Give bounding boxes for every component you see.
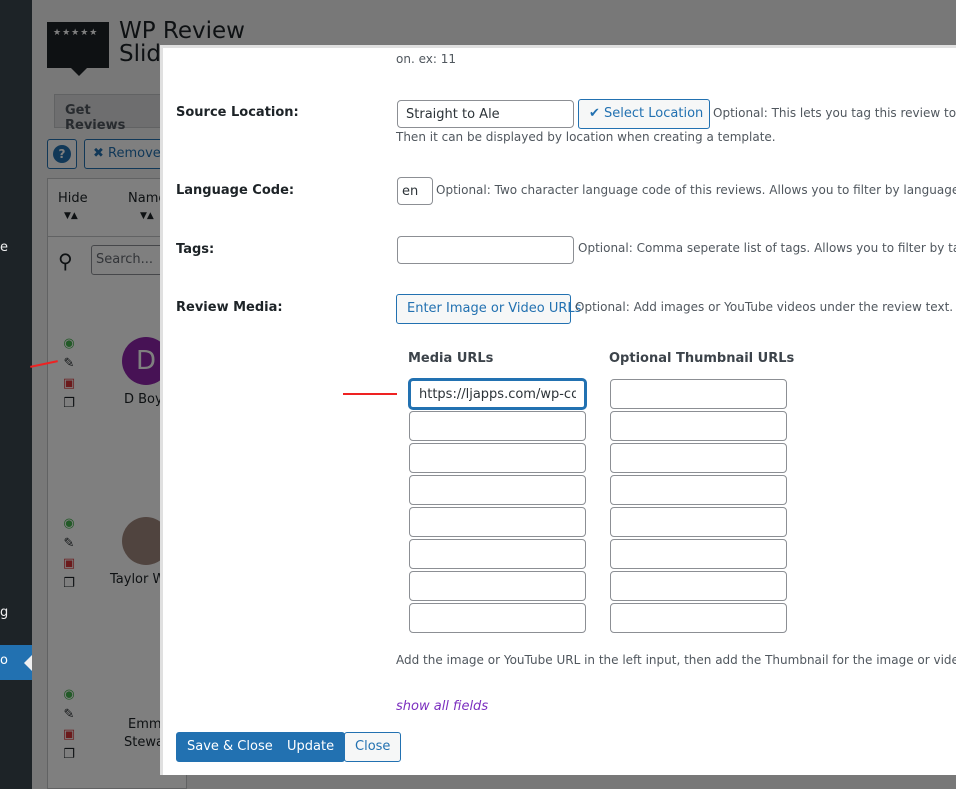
media-url-input[interactable] — [409, 443, 586, 473]
media-help-text: Add the image or YouTube URL in the left… — [396, 653, 956, 667]
sidebar-item-label: o — [0, 653, 8, 668]
edit-review-modal: on. ex: 11 Source Location: ✔ Select Loc… — [160, 45, 956, 775]
thumbnail-url-input[interactable] — [610, 379, 787, 409]
thumbnail-url-input[interactable] — [610, 603, 787, 633]
thumbnail-urls-header: Optional Thumbnail URLs — [609, 351, 795, 366]
tags-input[interactable] — [397, 236, 574, 264]
thumbnail-url-input[interactable] — [610, 411, 787, 441]
field-hint: on. ex: 11 — [396, 52, 456, 66]
media-urls-header: Media URLs — [408, 351, 494, 366]
tags-desc: Optional: Comma seperate list of tags. A… — [578, 241, 956, 255]
media-url-input[interactable] — [409, 539, 586, 569]
thumbnail-url-input[interactable] — [610, 475, 787, 505]
sidebar-item-active[interactable]: o — [0, 645, 32, 680]
save-close-button[interactable]: Save & Close — [176, 732, 284, 762]
admin-sidebar: e g o — [0, 0, 32, 789]
thumbnail-url-input[interactable] — [610, 443, 787, 473]
review-media-label: Review Media: — [176, 300, 283, 315]
source-location-label: Source Location: — [176, 105, 299, 120]
thumbnail-url-input[interactable] — [610, 539, 787, 569]
language-code-input[interactable] — [397, 177, 433, 205]
tags-label: Tags: — [176, 242, 215, 257]
language-code-desc: Optional: Two character language code of… — [436, 183, 956, 197]
enter-media-urls-button[interactable]: Enter Image or Video URLs — [396, 294, 581, 324]
media-url-input[interactable] — [409, 379, 586, 409]
sidebar-item-fragment[interactable]: g — [0, 605, 8, 620]
source-location-input[interactable] — [397, 100, 574, 128]
annotation-line — [343, 393, 397, 395]
media-url-input[interactable] — [409, 507, 586, 537]
update-button[interactable]: Update — [276, 732, 346, 762]
sidebar-item-fragment[interactable]: e — [0, 240, 8, 255]
media-url-input[interactable] — [409, 411, 586, 441]
source-location-desc: Optional: This lets you tag this review … — [713, 106, 956, 120]
media-url-input[interactable] — [409, 571, 586, 601]
checkmark-icon: ✔ — [589, 106, 600, 121]
thumbnail-url-input[interactable] — [610, 571, 787, 601]
language-code-label: Language Code: — [176, 183, 295, 198]
media-url-input[interactable] — [409, 475, 586, 505]
active-arrow-icon — [24, 655, 32, 671]
show-all-fields-link[interactable]: show all fields — [396, 699, 488, 714]
media-url-input[interactable] — [409, 603, 586, 633]
thumbnail-url-input[interactable] — [610, 507, 787, 537]
source-location-desc2: Then it can be displayed by location whe… — [396, 130, 776, 144]
close-button[interactable]: Close — [344, 732, 402, 762]
review-media-desc: Optional: Add images or YouTube videos u… — [575, 300, 954, 314]
select-location-button[interactable]: ✔ Select Location — [578, 99, 710, 129]
